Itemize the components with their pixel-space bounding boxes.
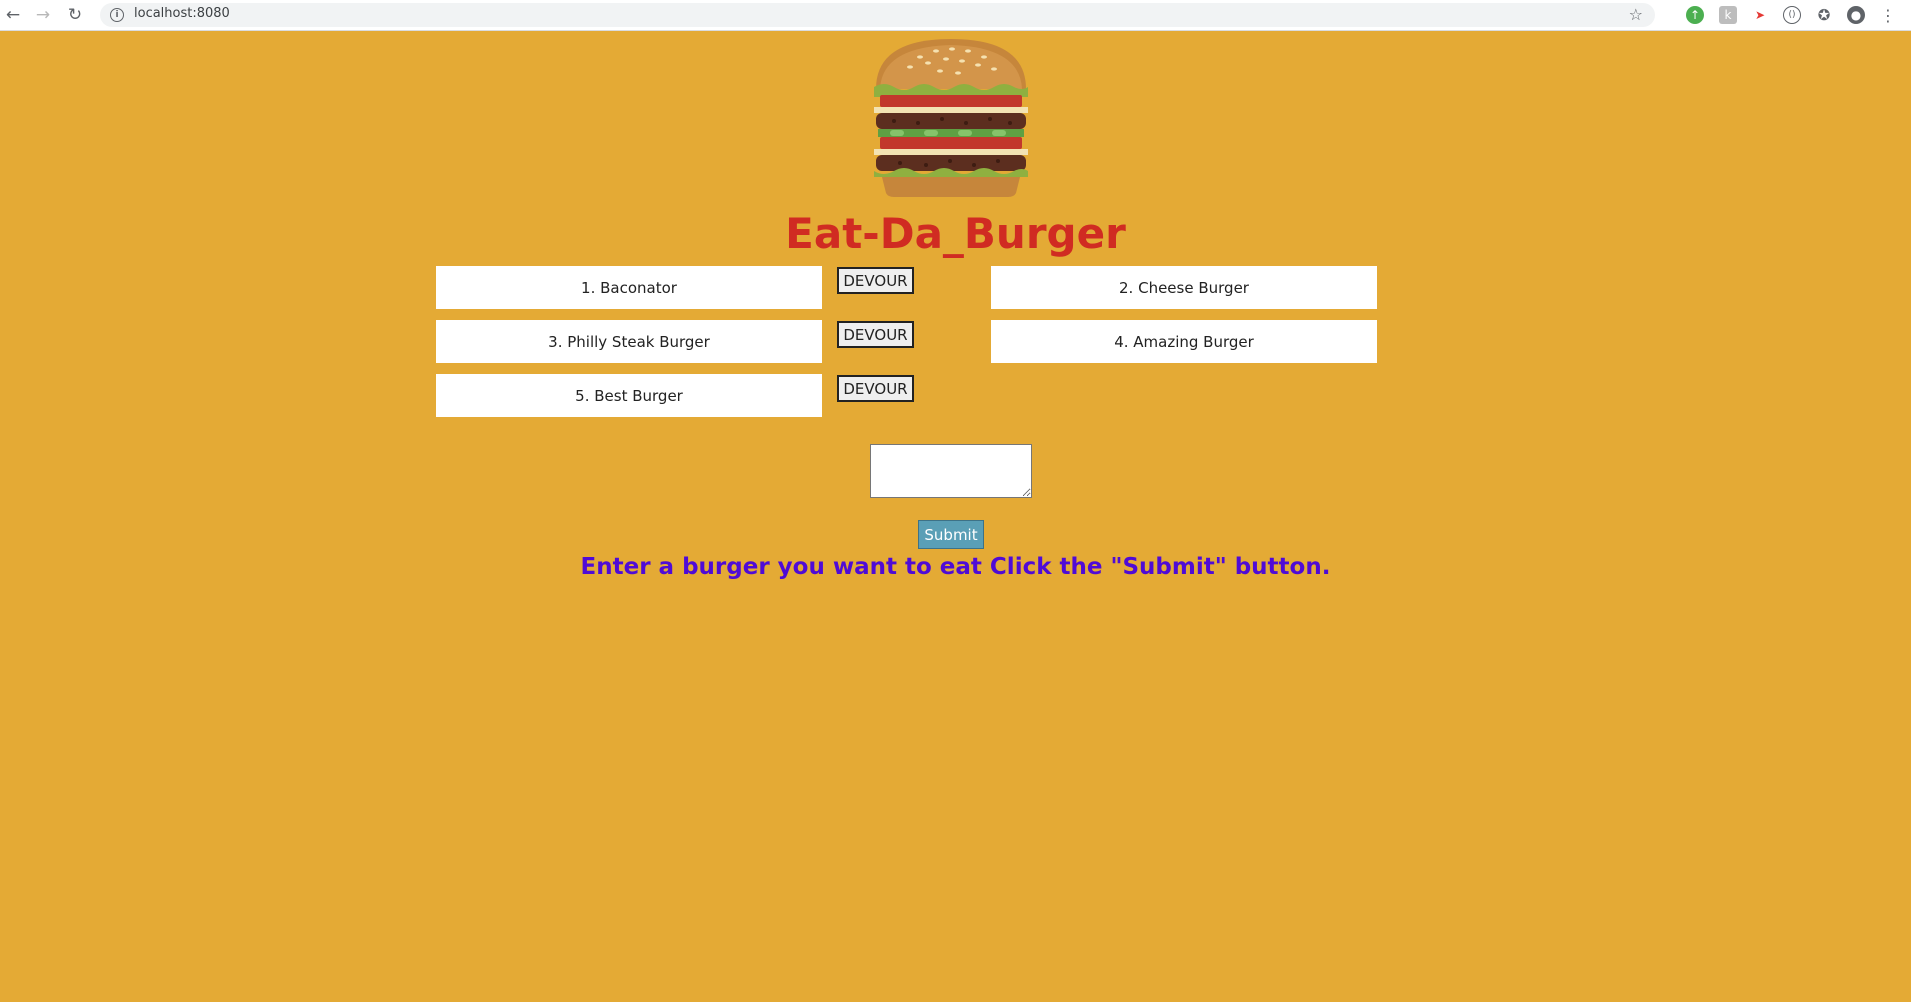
burger-item: 3. Philly Steak Burger bbox=[436, 320, 822, 363]
devour-button[interactable]: DEVOUR bbox=[837, 267, 914, 294]
extensions-puzzle-icon[interactable]: ✪ bbox=[1815, 6, 1833, 24]
menu-kebab-icon[interactable]: ⋮ bbox=[1879, 6, 1897, 25]
back-icon[interactable]: ← bbox=[2, 4, 24, 26]
extension-red-icon[interactable]: ➤ bbox=[1751, 6, 1769, 24]
burger-name-input[interactable] bbox=[870, 444, 1032, 498]
burger-icon bbox=[874, 39, 1028, 197]
devour-button[interactable]: DEVOUR bbox=[837, 321, 914, 348]
forward-icon[interactable]: → bbox=[32, 4, 54, 26]
page-body: Eat-Da_Burger 1. Baconator DEVOUR 3. Phi… bbox=[0, 31, 1911, 1002]
extension-circle-icon[interactable]: () bbox=[1783, 6, 1801, 24]
url-text: localhost:8080 bbox=[134, 6, 230, 21]
reload-icon[interactable]: ↻ bbox=[64, 4, 86, 26]
submit-button[interactable]: Submit bbox=[918, 520, 984, 549]
browser-toolbar: ← → ↻ i localhost:8080 ☆ ↑ k ➤ () ✪ ● ⋮ bbox=[0, 0, 1911, 31]
extension-grey-icon[interactable]: k bbox=[1719, 6, 1737, 24]
devour-button[interactable]: DEVOUR bbox=[837, 375, 914, 402]
instructions-text: Enter a burger you want to eat Click the… bbox=[580, 554, 1331, 580]
extension-green-icon[interactable]: ↑ bbox=[1686, 6, 1704, 24]
devoured-burger-item: 2. Cheese Burger bbox=[991, 266, 1377, 309]
bookmark-star-icon[interactable]: ☆ bbox=[1629, 5, 1643, 24]
address-bar[interactable]: i localhost:8080 ☆ bbox=[100, 3, 1655, 27]
profile-avatar-icon[interactable]: ● bbox=[1847, 6, 1865, 24]
burger-item: 5. Best Burger bbox=[436, 374, 822, 417]
page-title: Eat-Da_Burger bbox=[785, 209, 1126, 258]
burger-item: 1. Baconator bbox=[436, 266, 822, 309]
devoured-burger-item: 4. Amazing Burger bbox=[991, 320, 1377, 363]
site-info-icon[interactable]: i bbox=[110, 8, 124, 22]
